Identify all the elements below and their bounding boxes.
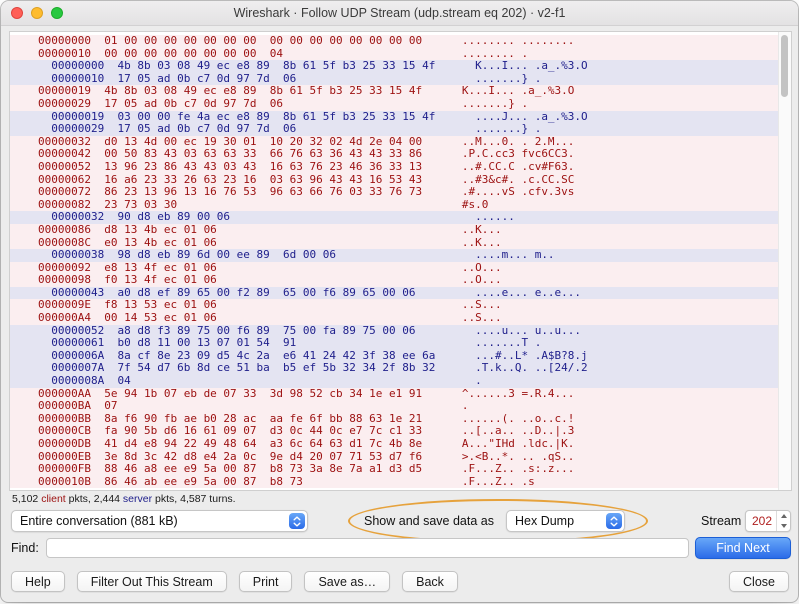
vertical-scrollbar[interactable] [778, 32, 791, 490]
scrollbar-thumb[interactable] [781, 35, 788, 97]
stream-stepper [776, 511, 790, 531]
conversation-range-value: Entire conversation (881 kB) [12, 514, 287, 528]
hex-row-client: 000000FB 88 46 a8 ee e9 5a 00 87 b8 73 3… [10, 463, 779, 476]
hex-row-server: 00000000 4b 8b 03 08 49 ec e8 89 8b 61 5… [10, 60, 779, 73]
hex-row-client: 00000052 13 96 23 86 43 43 03 43 16 63 7… [10, 161, 779, 174]
stepper-down-button[interactable] [777, 521, 790, 531]
stream-number-spinner[interactable]: 202 [745, 510, 791, 532]
hex-row-server: 0000008A 04 . [10, 375, 779, 388]
wireshark-follow-stream-window: Wireshark · Follow UDP Stream (udp.strea… [1, 1, 798, 602]
stepper-up-button[interactable] [777, 511, 790, 521]
hex-row-server: 00000061 b0 d8 11 00 13 07 01 54 91 ....… [10, 337, 779, 350]
hex-dump-rows: 00000000 01 00 00 00 00 00 00 00 00 00 0… [10, 32, 779, 490]
find-input[interactable] [46, 538, 689, 558]
stats-server-label: server [123, 493, 152, 505]
dialog-button-row: Help Filter Out This Stream Print Save a… [11, 571, 789, 592]
conversation-range-select[interactable]: Entire conversation (881 kB) [11, 510, 308, 532]
find-label: Find: [11, 537, 39, 559]
window-title: Wireshark · Follow UDP Stream (udp.strea… [1, 1, 798, 25]
hex-row-client: 00000029 17 05 ad 0b c7 0d 97 7d 06 ....… [10, 98, 779, 111]
hex-dump-view[interactable]: 00000000 01 00 00 00 00 00 00 00 00 00 0… [9, 31, 792, 491]
find-next-button[interactable]: Find Next [695, 537, 791, 559]
back-button[interactable]: Back [402, 571, 458, 592]
stepper-down-icon [781, 524, 787, 528]
show-save-data-label: Show and save data as [364, 510, 494, 532]
data-format-value: Hex Dump [507, 514, 604, 528]
hex-row-server: 00000038 98 d8 eb 89 6d 00 ee 89 6d 00 0… [10, 249, 779, 262]
stats-client-label: client [41, 493, 66, 505]
title-bar: Wireshark · Follow UDP Stream (udp.strea… [1, 1, 798, 26]
stream-label: Stream [701, 510, 741, 532]
stream-number-value: 202 [746, 511, 776, 531]
hex-row-client: 000000A4 00 14 53 ec 01 06 ..S... [10, 312, 779, 325]
data-format-select[interactable]: Hex Dump [506, 510, 625, 532]
stats-part3: pkts, 4,587 turns. [152, 493, 235, 505]
stats-part1: 5,102 [12, 493, 41, 505]
hex-row-client: 000000DB 41 d4 e8 94 22 49 48 64 a3 6c 6… [10, 438, 779, 451]
stream-statistics: 5,102 client pkts, 2,444 server pkts, 4,… [12, 493, 236, 505]
stepper-up-icon [781, 514, 787, 518]
help-button[interactable]: Help [11, 571, 65, 592]
filter-out-stream-button[interactable]: Filter Out This Stream [77, 571, 227, 592]
hex-row-server: 00000029 17 05 ad 0b c7 0d 97 7d 06 ....… [10, 123, 779, 136]
hex-row-client: 00000086 d8 13 4b ec 01 06 ..K... [10, 224, 779, 237]
hex-row-client: 0000010B 86 46 ab ee e9 5a 00 87 b8 73 .… [10, 476, 779, 489]
close-button[interactable]: Close [729, 571, 789, 592]
stats-part2: pkts, 2,444 [66, 493, 123, 505]
hex-row-client: 00000000 01 00 00 00 00 00 00 00 00 00 0… [10, 35, 779, 48]
hex-row-client: 000000BA 07 . [10, 400, 779, 413]
dropdown-chevrons-icon [289, 513, 305, 529]
print-button[interactable]: Print [239, 571, 293, 592]
save-as-button[interactable]: Save as… [304, 571, 390, 592]
hex-row-client: 00000072 86 23 13 96 13 16 76 53 96 63 6… [10, 186, 779, 199]
hex-row-client: 00000098 f0 13 4f ec 01 06 ..O... [10, 274, 779, 287]
dropdown-chevrons-icon [606, 513, 622, 529]
